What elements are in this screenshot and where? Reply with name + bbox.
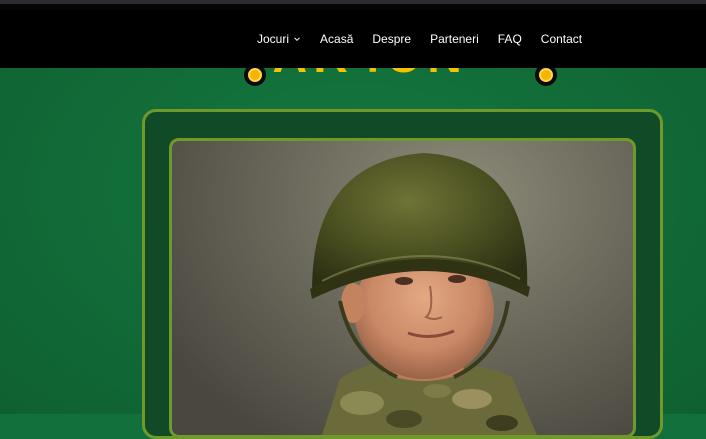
nav-item-contact-label: Contact: [540, 32, 583, 46]
nav-item-despre-label: Despre: [372, 32, 412, 46]
nav-item-parteneri-label: Parteneri: [430, 32, 479, 46]
nav-item-jocuri[interactable]: Jocuri: [257, 32, 301, 46]
nav-item-contact[interactable]: Contact: [541, 32, 582, 46]
nav-item-parteneri[interactable]: Parteneri: [430, 32, 479, 46]
nav-item-faq-label: FAQ: [497, 32, 522, 46]
soldier-portrait-image: [310, 153, 537, 435]
main-nav: Jocuri Acasă Despre Parteneri FAQ Contac…: [257, 10, 582, 68]
nav-item-jocuri-label: Jocuri: [257, 32, 290, 46]
chevron-down-icon: [294, 37, 300, 42]
nav-item-faq[interactable]: FAQ: [498, 32, 522, 46]
soldier-photo: [169, 138, 636, 438]
nav-item-despre[interactable]: Despre: [372, 32, 411, 46]
nav-item-acasa-label: Acasă: [320, 32, 354, 46]
top-navbar: Jocuri Acasă Despre Parteneri FAQ Contac…: [0, 10, 706, 68]
nav-item-acasa[interactable]: Acasă: [320, 32, 353, 46]
browser-top-strip: [0, 0, 706, 10]
